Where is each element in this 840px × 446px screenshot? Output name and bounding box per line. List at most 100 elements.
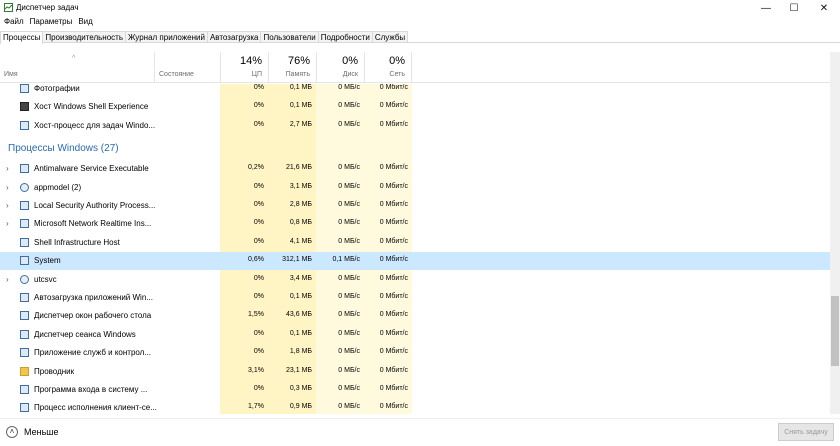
disk-value: 0 МБ/с (338, 293, 360, 300)
cpu-value: 0% (253, 348, 264, 356)
cpu-value: 0% (253, 182, 264, 190)
table-row[interactable]: System 0,6% 312,1 МБ 0,1 МБ/с 0 Мбит/с (0, 252, 830, 271)
table-row[interactable]: Проводник 3,1% 23,1 МБ 0 МБ/с 0 Мбит/с (0, 363, 830, 381)
tab-performance[interactable]: Производительность (42, 31, 126, 42)
cpu-value: 0% (253, 329, 264, 337)
cpu-value: 1,7% (248, 403, 264, 411)
scrollbar-thumb[interactable] (831, 296, 839, 366)
process-name: Local Security Authority Process... (34, 201, 156, 210)
network-value: 0 Мбит/с (379, 366, 408, 374)
menu-file[interactable]: Файл (4, 16, 24, 28)
fewer-details-link[interactable]: Меньше (24, 427, 59, 437)
column-disk[interactable]: 0% Диск (316, 52, 364, 83)
table-row[interactable]: Фотографии 0% 0,1 МБ 0 МБ/с 0 Мбит/с (0, 84, 830, 98)
table-row[interactable]: Хост Windows Shell Experience 0% 0,1 МБ 0 М… (0, 98, 830, 116)
tab-details[interactable]: Подробности (317, 31, 373, 42)
cpu-value: 0,2% (248, 164, 264, 172)
table-row[interactable]: Диспетчер сеанса Windows 0% 0,1 МБ 0 МБ/с 0 … (0, 326, 830, 344)
cpu-value: 0% (253, 274, 264, 282)
expand-chevron-icon[interactable]: › (6, 183, 9, 192)
memory-value: 0,9 МБ (289, 403, 312, 411)
process-name: Фотографии (34, 84, 80, 93)
process-icon (20, 219, 29, 229)
network-value: 0 Мбит/с (379, 84, 408, 91)
disk-value: 0 МБ/с (338, 348, 360, 356)
table-row[interactable]: › appmodel (2) 0% 3,1 МБ 0 МБ/с 0 Мбит/с (0, 179, 830, 197)
memory-value: 3,4 МБ (289, 274, 312, 282)
process-name: Автозагрузка приложений Win... (34, 293, 153, 302)
table-row[interactable]: › Microsoft Network Realtime Ins... 0% 0,8 … (0, 215, 830, 233)
process-icon (20, 293, 29, 302)
disk-value: 0 МБ/с (338, 385, 360, 392)
process-icon (20, 164, 29, 174)
memory-value: 3,1 МБ (289, 182, 312, 190)
tab-users[interactable]: Пользователи (260, 31, 319, 42)
close-button[interactable]: ✕ (810, 0, 838, 16)
network-value: 0 Мбит/с (379, 403, 408, 411)
table-row[interactable]: Хост-процесс для задач Windo... 0% 2,7 МБ 0… (0, 117, 830, 135)
memory-total: 76% (287, 55, 310, 67)
chevron-up-icon[interactable]: ˄ (6, 426, 18, 438)
cpu-value: 0% (253, 84, 264, 91)
cpu-value: 0% (253, 219, 264, 227)
cpu-total: 14% (239, 55, 262, 67)
expand-chevron-icon[interactable]: › (6, 164, 9, 173)
network-value: 0 Мбит/с (379, 182, 408, 190)
network-value: 0 Мбит/с (379, 293, 408, 300)
group-title: Процессы Windows (27) (8, 143, 119, 155)
network-value: 0 Мбит/с (379, 237, 408, 245)
network-value: 0 Мбит/с (379, 311, 408, 319)
table-row[interactable]: Автозагрузка приложений Win... 0% 0,1 МБ 0 … (0, 289, 830, 307)
memory-value: 1,8 МБ (289, 348, 312, 356)
process-name: Shell Infrastructure Host (34, 237, 120, 247)
column-header: ^ Имя Состояние 14% ЦП 76% Память 0% Дис… (0, 52, 830, 83)
table-row[interactable]: › utcsvc 0% 3,4 МБ 0 МБ/с 0 Мбит/с (0, 271, 830, 289)
disk-value: 0 МБ/с (338, 274, 360, 282)
memory-value: 2,8 МБ (289, 201, 312, 208)
tab-startup[interactable]: Автозагрузка (206, 31, 262, 42)
expand-chevron-icon[interactable]: › (6, 275, 9, 284)
process-name: System (34, 256, 61, 266)
process-icon (20, 311, 29, 321)
process-icon (20, 237, 29, 247)
memory-value: 0,1 МБ (289, 102, 312, 110)
end-task-button[interactable]: Снять задачу (778, 423, 834, 441)
maximize-button[interactable]: ☐ (780, 0, 808, 16)
tab-processes[interactable]: Процессы (0, 31, 44, 44)
memory-value: 312,1 МБ (282, 256, 312, 264)
tab-app-history[interactable]: Журнал приложений (125, 31, 208, 42)
column-network[interactable]: 0% Сеть (364, 52, 412, 83)
network-value: 0 Мбит/с (379, 201, 408, 208)
table-row[interactable]: Диспетчер окон рабочего стола 1,5% 43,6 МБ… (0, 307, 830, 325)
process-name: Microsoft Network Realtime Ins... (34, 219, 152, 229)
expand-chevron-icon[interactable]: › (6, 219, 9, 228)
table-row[interactable]: › Local Security Authority Process... 0% 2,… (0, 197, 830, 215)
column-name[interactable]: Имя (0, 52, 154, 83)
column-status[interactable]: Состояние (154, 52, 220, 83)
expand-chevron-icon[interactable]: › (6, 201, 9, 210)
network-value: 0 Мбит/с (379, 256, 408, 264)
network-value: 0 Мбит/с (379, 164, 408, 172)
memory-value: 0,1 МБ (289, 329, 312, 337)
disk-value: 0 МБ/с (338, 237, 360, 245)
window-title: Диспетчер задач (16, 3, 79, 12)
table-row[interactable]: Приложение служб и контрол... 0% 1,8 МБ 0 М… (0, 344, 830, 362)
cpu-value: 3,1% (248, 366, 264, 374)
table-row[interactable]: Программа входа в систему ... 0% 0,3 МБ 0 М… (0, 381, 830, 399)
menu-options[interactable]: Параметры (30, 16, 73, 28)
memory-value: 23,1 МБ (286, 366, 312, 374)
minimize-button[interactable]: — (752, 0, 780, 16)
disk-value: 0,1 МБ/с (332, 256, 360, 264)
process-name: Приложение служб и контрол... (34, 348, 152, 358)
tab-strip: Процессы Производительность Журнал прило… (0, 31, 840, 44)
table-row[interactable]: Shell Infrastructure Host 0% 4,1 МБ 0 МБ/с 0… (0, 234, 830, 252)
table-row[interactable]: › Antimalware Service Executable 0,2% 21,6 … (0, 160, 830, 178)
network-value: 0 Мбит/с (379, 102, 408, 110)
tab-services[interactable]: Службы (371, 31, 409, 42)
cpu-value: 0% (253, 385, 264, 392)
process-icon (20, 120, 29, 130)
menu-view[interactable]: Вид (78, 16, 92, 28)
column-cpu[interactable]: 14% ЦП (220, 52, 268, 83)
table-row[interactable]: Процесс исполнения клиент-се... 1,7% 0,9 М… (0, 399, 830, 414)
column-memory[interactable]: 76% Память (268, 52, 316, 83)
